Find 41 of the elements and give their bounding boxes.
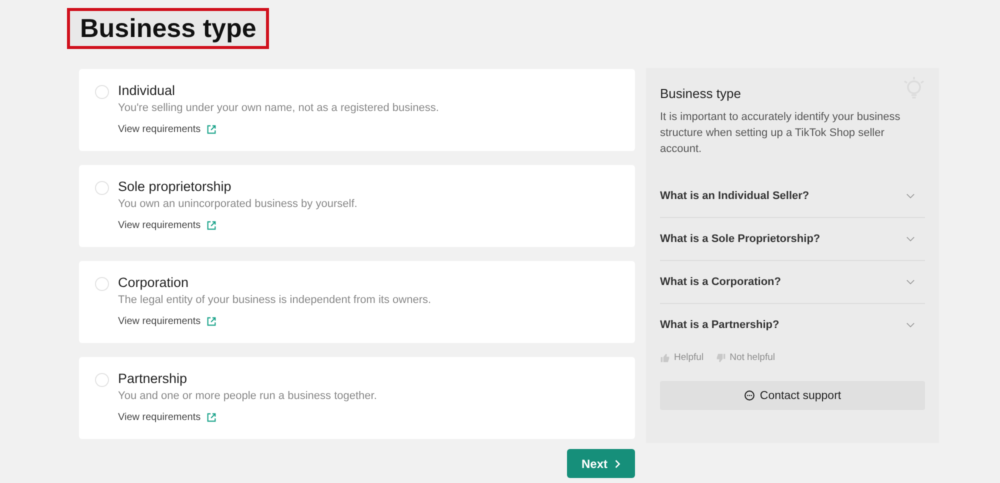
faq-question: What is a Sole Proprietorship? bbox=[660, 233, 820, 245]
option-card[interactable]: Individual You're selling under your own name, not as a registered business. View requirements bbox=[79, 69, 635, 151]
radio-button[interactable] bbox=[95, 85, 109, 99]
view-requirements-link[interactable]: View requirements bbox=[118, 316, 201, 327]
faq-question: What is a Corporation? bbox=[660, 276, 781, 288]
thumbs-up-icon[interactable] bbox=[660, 352, 670, 362]
thumbs-down-icon[interactable] bbox=[716, 352, 726, 362]
chevron-right-icon bbox=[614, 458, 620, 468]
option-card[interactable]: Sole proprietorship You own an unincorporated business by yourself. View requirements bbox=[79, 165, 635, 247]
option-title: Corporation bbox=[118, 275, 190, 290]
option-description: You and one or more people run a business together. bbox=[118, 390, 377, 402]
contact-support-button[interactable]: Contact support bbox=[660, 381, 925, 410]
page-title: Business type bbox=[67, 8, 270, 49]
view-requirements-link[interactable]: View requirements bbox=[118, 220, 201, 231]
option-card[interactable]: Corporation The legal entity of your business is independent from its owners. View requirements bbox=[79, 261, 635, 343]
next-button[interactable]: Next bbox=[567, 449, 635, 478]
option-title: Individual bbox=[118, 83, 176, 98]
external-link-icon[interactable] bbox=[206, 316, 217, 327]
panel-title: Business type bbox=[660, 86, 741, 101]
panel-intro: It is important to accurately identify your business structure when setting up a TikTok Shop seller account. bbox=[660, 110, 902, 157]
radio-button[interactable] bbox=[95, 181, 109, 195]
faq-question: What is a Partnership? bbox=[660, 319, 780, 331]
faq-question: What is an Individual Seller? bbox=[660, 190, 810, 202]
view-requirements-link[interactable]: View requirements bbox=[118, 412, 201, 423]
option-card[interactable]: Partnership You and one or more people run a business together. View requirements bbox=[79, 357, 635, 439]
view-requirements-link[interactable]: View requirements bbox=[118, 124, 201, 135]
option-description: You own an unincorporated business by yourself. bbox=[118, 198, 358, 210]
radio-button[interactable] bbox=[95, 373, 109, 387]
faq-item[interactable]: What is an Individual Seller? bbox=[660, 175, 925, 218]
option-description: The legal entity of your business is independent from its owners. bbox=[118, 294, 432, 306]
option-title: Sole proprietorship bbox=[118, 179, 232, 194]
chat-bubble-icon bbox=[744, 390, 755, 401]
faq-item[interactable]: What is a Partnership? bbox=[660, 304, 925, 346]
faq-item[interactable]: What is a Sole Proprietorship? bbox=[660, 218, 925, 261]
option-description: You're selling under your own name, not as a registered business. bbox=[118, 102, 439, 114]
external-link-icon[interactable] bbox=[206, 412, 217, 423]
external-link-icon[interactable] bbox=[206, 220, 217, 231]
radio-button[interactable] bbox=[95, 277, 109, 291]
option-title: Partnership bbox=[118, 371, 188, 386]
faq-item[interactable]: What is a Corporation? bbox=[660, 261, 925, 304]
external-link-icon[interactable] bbox=[206, 124, 217, 135]
